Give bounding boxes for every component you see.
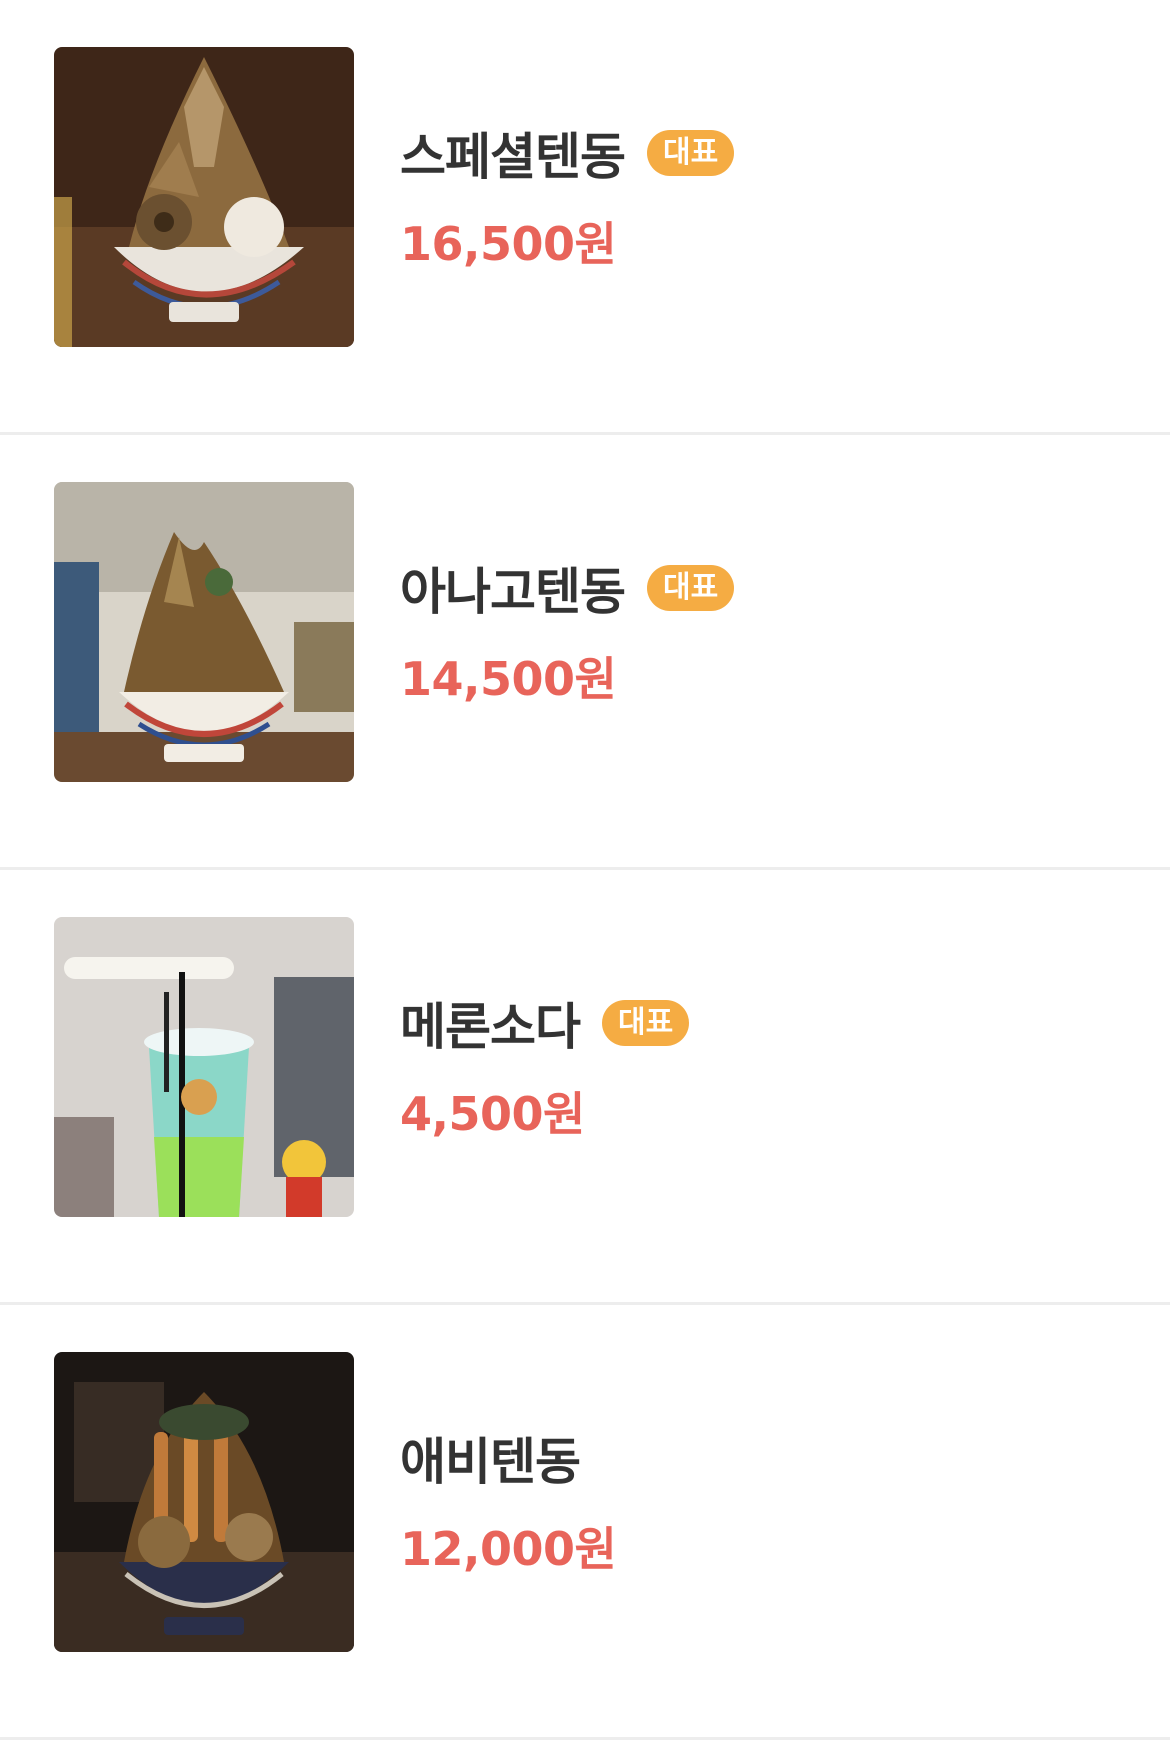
menu-item-info: 애비텐동 12,000원 xyxy=(400,1423,1120,1579)
menu-item-name-row: 아나고텐동 대표 xyxy=(400,553,1120,623)
menu-item-photo[interactable] xyxy=(54,1352,354,1652)
menu-item-melon-soda[interactable]: 메론소다 대표 4,500원 xyxy=(0,870,1170,1305)
signature-badge: 대표 xyxy=(647,565,735,611)
menu-item-photo[interactable] xyxy=(54,917,354,1217)
signature-badge: 대표 xyxy=(647,130,735,176)
menu-item-name: 스페셜텐동 xyxy=(400,128,626,186)
menu-item-price: 16,500원 xyxy=(400,217,617,271)
menu-item-special-tendon[interactable]: 스페셜텐동 대표 16,500원 xyxy=(0,0,1170,435)
melon-soda-photo-icon xyxy=(54,917,354,1217)
tendon-bowl-photo-icon xyxy=(54,47,354,347)
menu-item-price: 4,500원 xyxy=(400,1087,585,1141)
menu-list: 스페셜텐동 대표 16,500원 아나고텐동 대표 14,500원 메론소다 대… xyxy=(0,0,1170,1740)
menu-item-name: 아나고텐동 xyxy=(400,563,626,621)
menu-item-photo[interactable] xyxy=(54,482,354,782)
menu-item-name: 메론소다 xyxy=(400,998,581,1056)
menu-item-name-row: 스페셜텐동 대표 xyxy=(400,118,1120,188)
menu-item-price: 12,000원 xyxy=(400,1522,617,1576)
tendon-bowl-photo-icon xyxy=(54,482,354,782)
signature-badge: 대표 xyxy=(602,1000,690,1046)
tendon-bowl-photo-icon xyxy=(54,1352,354,1652)
menu-item-name-row: 메론소다 대표 xyxy=(400,988,1120,1058)
menu-item-info: 아나고텐동 대표 14,500원 xyxy=(400,553,1120,709)
menu-item-photo[interactable] xyxy=(54,47,354,347)
menu-item-name-row: 애비텐동 xyxy=(400,1423,1120,1493)
menu-item-price: 14,500원 xyxy=(400,652,617,706)
menu-item-info: 메론소다 대표 4,500원 xyxy=(400,988,1120,1144)
menu-item-name: 애비텐동 xyxy=(400,1433,581,1491)
menu-item-ebi-tendon[interactable]: 애비텐동 12,000원 xyxy=(0,1305,1170,1740)
menu-item-anago-tendon[interactable]: 아나고텐동 대표 14,500원 xyxy=(0,435,1170,870)
menu-item-info: 스페셜텐동 대표 16,500원 xyxy=(400,118,1120,274)
